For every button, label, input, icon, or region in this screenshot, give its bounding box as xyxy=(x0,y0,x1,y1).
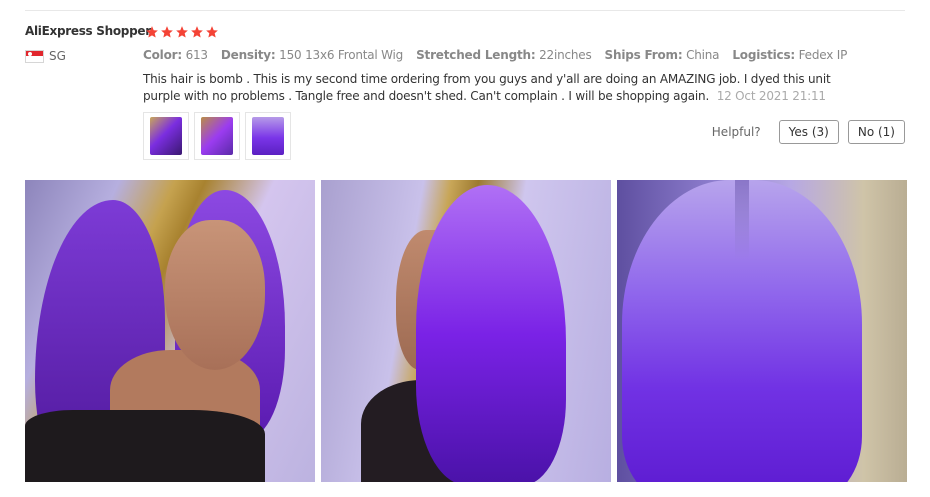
attribute-logistics: Logistics: Fedex IP xyxy=(732,48,848,62)
review-text-line: purple with no problems . Tangle free an… xyxy=(143,89,710,103)
helpful-label: Helpful? xyxy=(711,125,761,139)
attribute-color: Color: 613 xyxy=(143,48,208,62)
star-icon xyxy=(176,26,188,38)
review-thumbnails xyxy=(143,112,291,160)
star-icon xyxy=(161,26,173,38)
star-icon xyxy=(206,26,218,38)
review-photo[interactable] xyxy=(321,180,611,482)
review-photo[interactable] xyxy=(617,180,907,482)
helpful-vote: Helpful? Yes (3) No (1) xyxy=(712,120,905,144)
review-date: 12 Oct 2021 21:11 xyxy=(716,89,826,103)
reviewer-country: SG xyxy=(25,49,66,63)
review-text-line: This hair is bomb . This is my second ti… xyxy=(143,72,831,86)
helpful-no-button[interactable]: No (1) xyxy=(847,120,905,144)
attribute-ships-from: Ships From: China xyxy=(604,48,720,62)
review-photo[interactable] xyxy=(25,180,315,482)
divider xyxy=(25,10,905,11)
star-icon xyxy=(146,26,158,38)
reviewer-name: AliExpress Shopper xyxy=(25,24,151,38)
attribute-length: Stretched Length: 22inches xyxy=(416,48,592,62)
review-thumbnail[interactable] xyxy=(245,112,291,160)
review-item: AliExpress Shopper SG Color: 613 Density… xyxy=(0,0,930,497)
country-code: SG xyxy=(49,49,66,63)
star-icon xyxy=(191,26,203,38)
star-rating xyxy=(145,25,219,39)
attribute-density: Density: 150 13x6 Frontal Wig xyxy=(220,48,404,62)
helpful-yes-button[interactable]: Yes (3) xyxy=(778,120,839,144)
product-attributes: Color: 613 Density: 150 13x6 Frontal Wig… xyxy=(143,48,860,62)
review-photos xyxy=(25,180,907,482)
review-text: This hair is bomb . This is my second ti… xyxy=(143,71,833,105)
review-thumbnail[interactable] xyxy=(143,112,189,160)
singapore-flag-icon xyxy=(25,49,44,63)
review-thumbnail[interactable] xyxy=(194,112,240,160)
